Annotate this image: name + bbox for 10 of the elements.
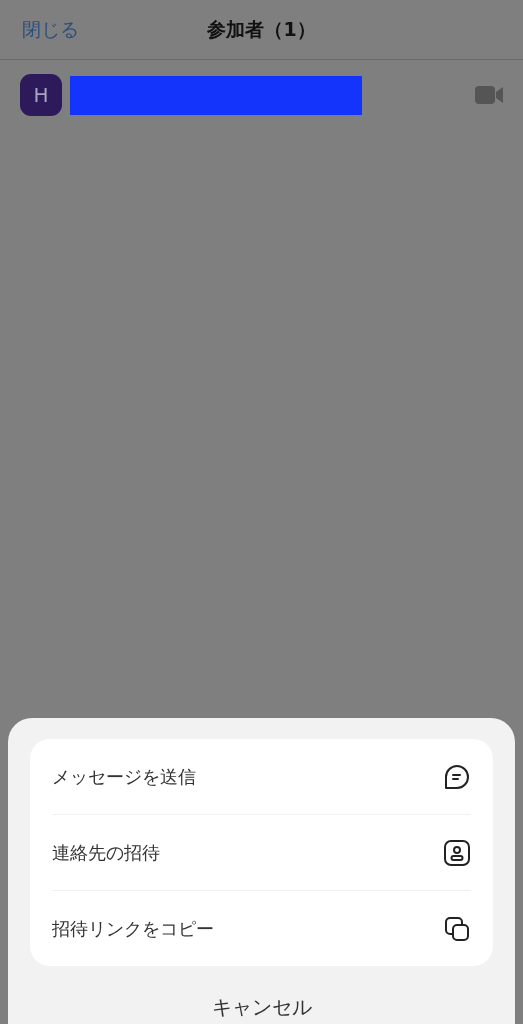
video-camera-icon[interactable] <box>475 86 503 104</box>
action-item[interactable]: 招待リンクをコピー <box>52 916 214 941</box>
chat-icon <box>443 762 471 791</box>
contact-icon <box>443 838 471 867</box>
screen-title: 参加者（1） <box>207 16 316 42</box>
avatar: H <box>20 74 62 116</box>
action-item[interactable]: メッセージを送信 <box>52 764 196 789</box>
copy-icon <box>443 914 471 943</box>
cancel-button[interactable]: キャンセル <box>201 988 322 1024</box>
action-item[interactable]: 連絡先の招待 <box>52 840 160 865</box>
